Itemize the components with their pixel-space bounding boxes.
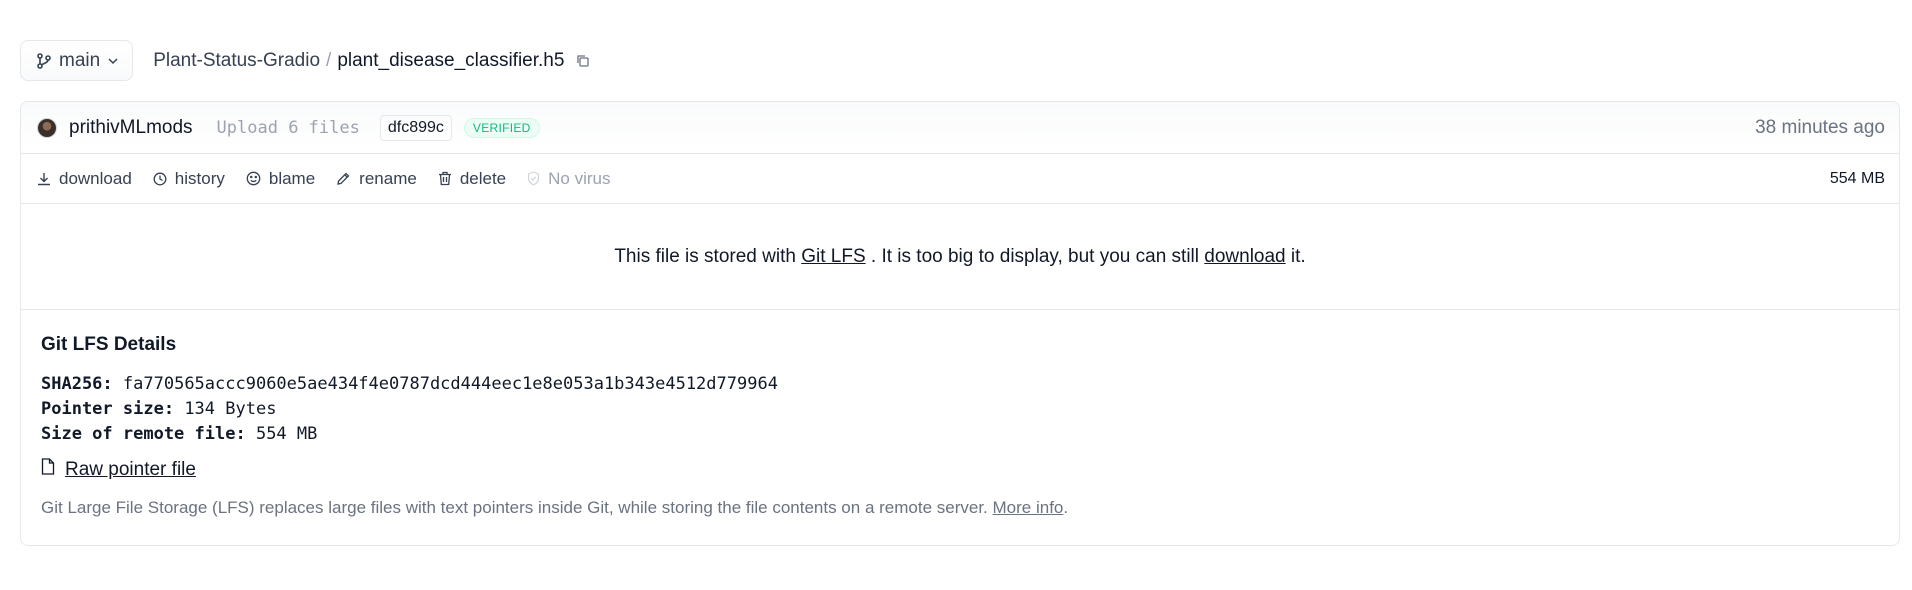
- sha256-label: SHA256:: [41, 374, 113, 394]
- download-label: download: [59, 168, 132, 188]
- rename-label: rename: [359, 168, 417, 188]
- commit-message-link[interactable]: Upload 6 files: [217, 118, 360, 138]
- chevron-down-icon: [108, 57, 118, 65]
- history-label: history: [174, 168, 225, 188]
- lfs-details-title: Git LFS Details: [41, 334, 177, 355]
- verified-badge: VERIFIED: [463, 117, 540, 138]
- download-button[interactable]: download: [37, 169, 132, 189]
- remote-size-row: Size of remote file: 554 MB: [41, 422, 1879, 447]
- breadcrumb-file-name: plant_disease_classifier.h5: [337, 49, 565, 71]
- breadcrumb: Plant-Status-Gradio / plant_disease_clas…: [153, 50, 590, 72]
- delete-button[interactable]: delete: [438, 169, 506, 189]
- virus-scan-label: No virus: [548, 168, 611, 188]
- delete-label: delete: [459, 168, 507, 188]
- breadcrumb-repo-link[interactable]: Plant-Status-Gradio: [153, 50, 320, 72]
- pencil-icon: [336, 171, 351, 186]
- file-size: 554 MB: [1829, 169, 1885, 187]
- sha256-row: SHA256: fa770565accc9060e5ae434f4e0787dc…: [41, 372, 1879, 397]
- raw-pointer-row: Raw pointer file: [41, 458, 1879, 481]
- branch-selector-button[interactable]: main: [20, 40, 134, 81]
- lfs-details: Git LFS Details SHA256: fa770565accc9060…: [21, 310, 1899, 542]
- sha256-value: fa770565accc9060e5ae434f4e0787dcd444eec1…: [122, 374, 778, 394]
- copy-icon[interactable]: [576, 54, 590, 68]
- clock-icon: [153, 172, 167, 186]
- commit-sha-badge[interactable]: dfc899c: [379, 114, 452, 141]
- download-icon: [37, 172, 51, 186]
- more-info-link[interactable]: More info: [993, 498, 1064, 517]
- lfs-description: Git Large File Storage (LFS) replaces la…: [41, 498, 1879, 518]
- pointer-size-label: Pointer size:: [41, 399, 175, 419]
- last-commit-bar: prithivMLmods Upload 6 files dfc899c VER…: [21, 102, 1899, 154]
- notice-download-link[interactable]: download: [1204, 246, 1285, 268]
- shield-check-icon: [527, 171, 540, 186]
- pointer-size-row: Pointer size: 134 Bytes: [41, 397, 1879, 422]
- lfs-notice: This file is stored with Git LFS . It is…: [21, 204, 1899, 310]
- remote-size-label: Size of remote file:: [41, 424, 246, 444]
- notice-text-after: it.: [1290, 245, 1306, 267]
- raw-pointer-file-link[interactable]: Raw pointer file: [65, 459, 196, 481]
- history-button[interactable]: history: [153, 169, 225, 189]
- face-icon: [246, 171, 261, 186]
- file-view-panel: prithivMLmods Upload 6 files dfc899c VER…: [20, 101, 1900, 546]
- file-actions-bar: download history blame rename delete No …: [21, 154, 1899, 204]
- notice-text-before: This file is stored with: [614, 245, 796, 267]
- description-period: .: [1063, 498, 1069, 517]
- remote-size-value: 554 MB: [255, 424, 318, 444]
- file-header: main Plant-Status-Gradio / plant_disease…: [20, 40, 590, 81]
- file-icon: [41, 458, 55, 481]
- avatar[interactable]: [37, 117, 57, 138]
- trash-icon: [438, 171, 452, 186]
- pointer-size-value: 134 Bytes: [184, 399, 277, 419]
- notice-text-middle: . It is too big to display, but you can …: [870, 245, 1199, 267]
- commit-author-link[interactable]: prithivMLmods: [69, 117, 193, 139]
- branch-label: main: [59, 49, 101, 71]
- blame-label: blame: [268, 168, 316, 188]
- rename-button[interactable]: rename: [336, 169, 417, 189]
- blame-button[interactable]: blame: [246, 169, 315, 189]
- breadcrumb-separator: /: [326, 49, 332, 71]
- git-lfs-link[interactable]: Git LFS: [801, 246, 865, 268]
- lfs-description-text: Git Large File Storage (LFS) replaces la…: [41, 498, 988, 517]
- commit-time: 38 minutes ago: [1755, 116, 1885, 138]
- git-branch-icon: [37, 52, 51, 69]
- virus-scan-status: No virus: [527, 168, 611, 189]
